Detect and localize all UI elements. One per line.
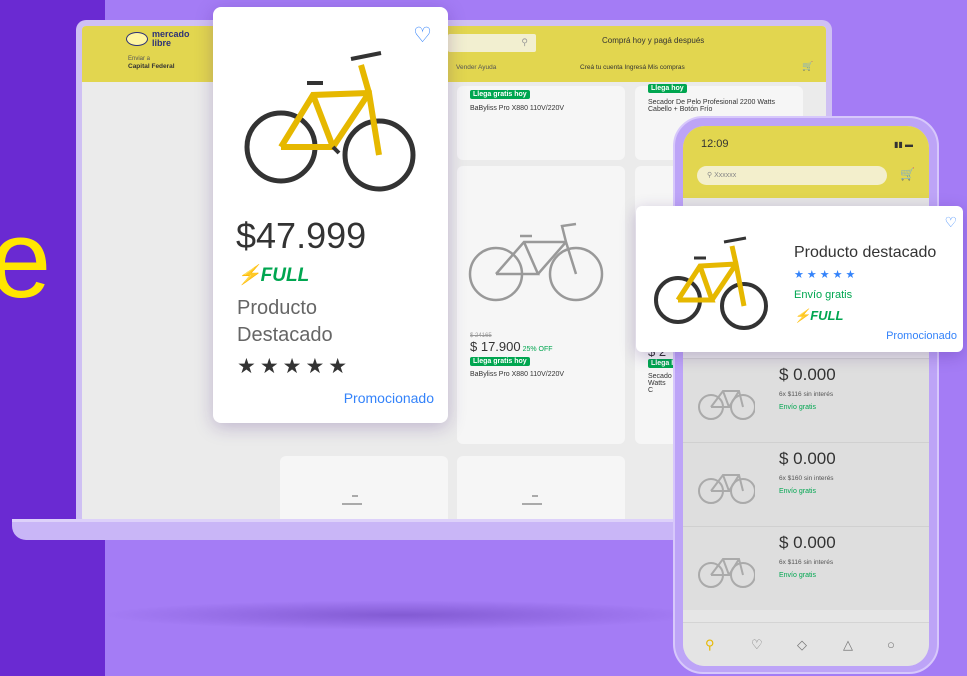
phone-frame: 12:09 ▮▮ ▬ ⚲ Xxxxxx 🛒 $ 0.000 6x $116 si… <box>673 116 939 674</box>
search-input[interactable]: ⚲ <box>448 34 536 52</box>
shipping-badge: Llega gratis hoy <box>470 357 530 366</box>
location-value: Capital Federal <box>128 63 175 70</box>
site-header: mercado libre Enviar a Capital Federal ⚲… <box>82 26 826 82</box>
floor-shadow <box>100 600 700 630</box>
full-text: FULL <box>260 265 310 286</box>
lightning-icon: ⚡ <box>794 308 811 323</box>
shipping-label: Envío gratis <box>779 488 816 495</box>
discount-label: 25% OFF <box>522 346 553 353</box>
battery-icon: ▮▮ ▬ <box>893 140 913 149</box>
featured-product-card-mobile[interactable]: ♡ Producto destacado ★★★★★ Envío gratis … <box>636 206 963 352</box>
featured-product-card[interactable]: ♡ $47.999 ⚡FULL Producto Destacado ★★★★★… <box>213 7 448 423</box>
shipping-badge: Llega hoy <box>648 84 687 93</box>
bicycle-image <box>244 51 416 192</box>
search-icon[interactable]: ⚲ <box>707 172 712 179</box>
product-price: $47.999 <box>236 215 367 256</box>
nav-left-links[interactable]: Vender Ayuda <box>456 64 496 71</box>
installments: 6x $116 sin interés <box>779 391 834 398</box>
search-input[interactable]: ⚲ Xxxxxx <box>697 166 887 185</box>
product-price: $ 0.000 <box>779 449 836 468</box>
bicycle-image <box>522 495 542 505</box>
product-name[interactable]: Secado Watts C <box>648 373 672 394</box>
full-shipping-label: ⚡FULL <box>237 263 309 287</box>
list-item[interactable]: $ 0.000 6x $160 sin interés Envío gratis <box>683 442 929 526</box>
hero-letter: e <box>0 198 52 321</box>
logo-text[interactable]: mercado libre <box>152 30 196 48</box>
bicycle-image <box>698 390 755 420</box>
nav-right-links[interactable]: Creá tu cuenta Ingresá Mis compras <box>580 64 685 71</box>
bicycle-image <box>654 236 768 330</box>
product-price: $ 0.000 <box>779 533 836 552</box>
bicycle-image <box>468 222 604 302</box>
mercadolibre-logo-icon[interactable] <box>126 32 148 46</box>
product-info: $ 24165 $ 17.900 25% OFF Llega gratis ho… <box>470 332 564 378</box>
shipping-label: Envío gratis <box>794 289 853 301</box>
rating-stars: ★★★★★ <box>794 269 859 281</box>
shipping-label: Envío gratis <box>779 404 816 411</box>
promoted-label: Promocionado <box>343 390 434 406</box>
product-info: Llega hoy Secador De Pelo Profesional 22… <box>648 84 788 113</box>
user-icon[interactable]: ○ <box>887 637 895 652</box>
search-icon[interactable]: ⚲ <box>521 37 528 48</box>
product-name[interactable]: BaByliss Pro X880 110V/220V <box>470 105 564 112</box>
product-title[interactable]: Producto destacado <box>794 244 936 262</box>
product-name[interactable]: BaByliss Pro X880 110V/220V <box>470 371 564 378</box>
rating-stars: ★★★★★ <box>237 355 352 378</box>
heart-icon[interactable]: ♡ <box>944 214 957 231</box>
product-name[interactable]: Secador De Pelo Profesional 2200 Watts C… <box>648 99 788 113</box>
bell-icon[interactable]: △ <box>843 637 853 653</box>
list-item[interactable]: $ 0.000 6x $116 sin interés Envío gratis <box>683 358 929 442</box>
product-price: $ 17.900 <box>470 339 521 354</box>
search-icon[interactable]: ⚲ <box>705 637 715 653</box>
product-price: $ 0.000 <box>779 365 836 384</box>
promo-banner[interactable]: Comprá hoy y pagá después <box>602 36 704 45</box>
list-item[interactable]: $ 0.000 6x $116 sin interés Envío gratis <box>683 526 929 610</box>
location-selector[interactable]: Enviar a Capital Federal <box>128 56 175 70</box>
installments: 6x $116 sin interés <box>779 559 834 566</box>
phone-header: 12:09 ▮▮ ▬ ⚲ Xxxxxx 🛒 <box>683 126 929 198</box>
promoted-label: Promocionado <box>886 330 957 342</box>
shipping-badge: Llega gratis hoy <box>470 90 530 99</box>
lightning-icon: ⚡ <box>237 265 261 286</box>
cart-icon[interactable]: 🛒 <box>900 167 915 181</box>
shipping-label: Envío gratis <box>779 572 816 579</box>
status-time: 12:09 <box>701 138 729 150</box>
installments: 6x $160 sin interés <box>779 475 834 482</box>
bicycle-image <box>342 495 362 505</box>
bottom-tab-bar: ⚲ ♡ ◇ △ ○ <box>683 622 929 666</box>
tag-icon[interactable]: ◇ <box>797 637 807 653</box>
bicycle-image <box>698 474 755 504</box>
product-info: Llega gratis hoy BaByliss Pro X880 110V/… <box>470 90 564 112</box>
search-placeholder: Xxxxxx <box>714 172 737 179</box>
product-title[interactable]: Producto Destacado <box>237 295 397 349</box>
full-text: FULL <box>810 308 844 323</box>
heart-icon[interactable]: ♡ <box>751 637 763 653</box>
bicycle-image <box>698 558 755 588</box>
product-card[interactable] <box>457 166 625 444</box>
laptop-base <box>12 522 756 540</box>
cart-icon[interactable]: 🛒 <box>802 61 813 72</box>
location-label: Enviar a <box>128 56 151 62</box>
full-shipping-label: ⚡FULL <box>794 308 843 324</box>
